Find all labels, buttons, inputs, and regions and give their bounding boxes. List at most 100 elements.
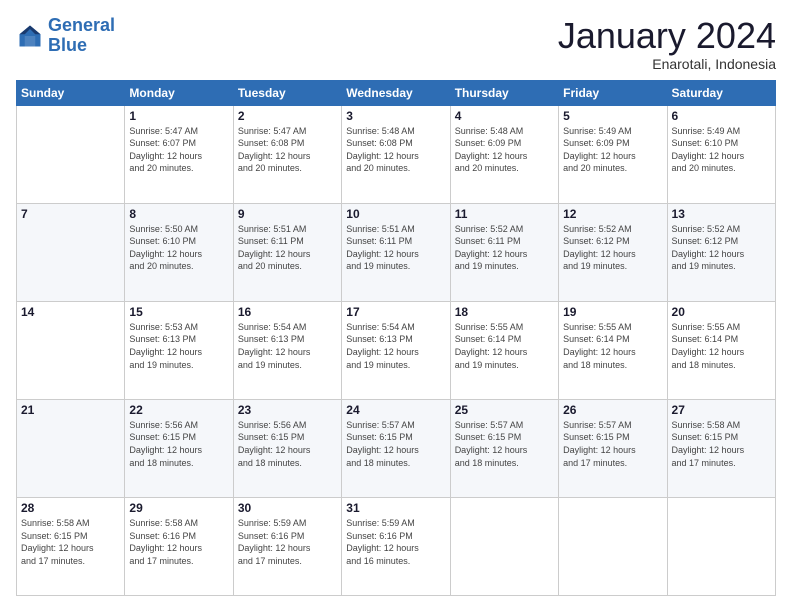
day-number: 8 — [129, 207, 228, 221]
calendar-cell: 11Sunrise: 5:52 AM Sunset: 6:11 PM Dayli… — [450, 203, 558, 301]
day-number: 15 — [129, 305, 228, 319]
day-info: Sunrise: 5:58 AM Sunset: 6:16 PM Dayligh… — [129, 517, 228, 567]
day-info: Sunrise: 5:59 AM Sunset: 6:16 PM Dayligh… — [238, 517, 337, 567]
calendar-cell: 22 Sunrise: 5:56 AM Sunset: 6:15 PM Dayli… — [125, 399, 233, 497]
calendar-cell: 7 — [17, 203, 125, 301]
header-thursday: Thursday — [450, 80, 558, 105]
logo-text: General Blue — [48, 16, 115, 56]
calendar-cell: 26Sunrise: 5:57 AM Sunset: 6:15 PM Dayli… — [559, 399, 667, 497]
day-number: 18 — [455, 305, 554, 319]
day-number: 28 — [21, 501, 120, 515]
day-info: Sunrise: 5:49 AM Sunset: 6:09 PM Dayligh… — [563, 125, 662, 175]
calendar-cell: 17 Sunrise: 5:54 AM Sunset: 6:13 PM Dayli… — [342, 301, 450, 399]
day-info: Sunrise: 5:47 AM Sunset: 6:07 PM Dayligh… — [129, 125, 228, 175]
location: Enarotali, Indonesia — [558, 56, 776, 72]
day-number: 14 — [21, 305, 120, 319]
calendar-cell: 9 Sunrise: 5:51 AM Sunset: 6:11 PM Daylig… — [233, 203, 341, 301]
calendar-cell: 29 Sunrise: 5:58 AM Sunset: 6:16 PM Dayli… — [125, 497, 233, 595]
day-number: 16 — [238, 305, 337, 319]
page: General Blue January 2024 Enarotali, Ind… — [0, 0, 792, 612]
day-info: Sunrise: 5:58 AM Sunset: 6:15 PM Dayligh… — [21, 517, 120, 567]
logo-icon — [16, 22, 44, 50]
calendar-cell — [17, 105, 125, 203]
header-sunday: Sunday — [17, 80, 125, 105]
week-row-4: 28 Sunrise: 5:58 AM Sunset: 6:15 PM Dayli… — [17, 497, 776, 595]
day-info: Sunrise: 5:56 AM Sunset: 6:15 PM Dayligh… — [129, 419, 228, 469]
day-number: 17 — [346, 305, 445, 319]
day-info: Sunrise: 5:55 AM Sunset: 6:14 PM Dayligh… — [563, 321, 662, 371]
header-wednesday: Wednesday — [342, 80, 450, 105]
day-number: 5 — [563, 109, 662, 123]
weekday-header-row: Sunday Monday Tuesday Wednesday Thursday… — [17, 80, 776, 105]
day-info: Sunrise: 5:53 AM Sunset: 6:13 PM Dayligh… — [129, 321, 228, 371]
calendar-cell: 1Sunrise: 5:47 AM Sunset: 6:07 PM Daylig… — [125, 105, 233, 203]
day-number: 31 — [346, 501, 445, 515]
calendar-cell: 30Sunrise: 5:59 AM Sunset: 6:16 PM Dayli… — [233, 497, 341, 595]
day-number: 2 — [238, 109, 337, 123]
header: General Blue January 2024 Enarotali, Ind… — [16, 16, 776, 72]
week-row-1: 78 Sunrise: 5:50 AM Sunset: 6:10 PM Dayli… — [17, 203, 776, 301]
header-tuesday: Tuesday — [233, 80, 341, 105]
day-number: 13 — [672, 207, 771, 221]
logo: General Blue — [16, 16, 115, 56]
day-number: 29 — [129, 501, 228, 515]
day-info: Sunrise: 5:54 AM Sunset: 6:13 PM Dayligh… — [346, 321, 445, 371]
day-number: 25 — [455, 403, 554, 417]
calendar-cell: 14 — [17, 301, 125, 399]
logo-blue: Blue — [48, 35, 87, 55]
calendar-cell — [559, 497, 667, 595]
day-number: 3 — [346, 109, 445, 123]
day-number: 26 — [563, 403, 662, 417]
month-title: January 2024 — [558, 16, 776, 56]
calendar-cell: 19 Sunrise: 5:55 AM Sunset: 6:14 PM Dayli… — [559, 301, 667, 399]
logo-general: General — [48, 15, 115, 35]
day-number: 10 — [346, 207, 445, 221]
week-row-2: 14 15 Sunrise: 5:53 AM Sunset: 6:13 PM Day… — [17, 301, 776, 399]
week-row-0: 1Sunrise: 5:47 AM Sunset: 6:07 PM Daylig… — [17, 105, 776, 203]
calendar-cell — [450, 497, 558, 595]
day-number: 4 — [455, 109, 554, 123]
calendar-cell: 3 Sunrise: 5:48 AM Sunset: 6:08 PM Daylig… — [342, 105, 450, 203]
day-number: 7 — [21, 207, 120, 221]
day-info: Sunrise: 5:51 AM Sunset: 6:11 PM Dayligh… — [238, 223, 337, 273]
day-info: Sunrise: 5:59 AM Sunset: 6:16 PM Dayligh… — [346, 517, 445, 567]
day-info: Sunrise: 5:56 AM Sunset: 6:15 PM Dayligh… — [238, 419, 337, 469]
calendar-cell: 16Sunrise: 5:54 AM Sunset: 6:13 PM Dayli… — [233, 301, 341, 399]
calendar-cell: 28 Sunrise: 5:58 AM Sunset: 6:15 PM Dayli… — [17, 497, 125, 595]
calendar-cell: 18Sunrise: 5:55 AM Sunset: 6:14 PM Dayli… — [450, 301, 558, 399]
day-info: Sunrise: 5:52 AM Sunset: 6:12 PM Dayligh… — [563, 223, 662, 273]
day-number: 20 — [672, 305, 771, 319]
day-info: Sunrise: 5:49 AM Sunset: 6:10 PM Dayligh… — [672, 125, 771, 175]
day-number: 6 — [672, 109, 771, 123]
day-number: 22 — [129, 403, 228, 417]
day-number: 9 — [238, 207, 337, 221]
calendar-cell: 6 Sunrise: 5:49 AM Sunset: 6:10 PM Daylig… — [667, 105, 775, 203]
day-info: Sunrise: 5:51 AM Sunset: 6:11 PM Dayligh… — [346, 223, 445, 273]
day-info: Sunrise: 5:50 AM Sunset: 6:10 PM Dayligh… — [129, 223, 228, 273]
calendar-cell: 31 Sunrise: 5:59 AM Sunset: 6:16 PM Dayli… — [342, 497, 450, 595]
day-info: Sunrise: 5:57 AM Sunset: 6:15 PM Dayligh… — [455, 419, 554, 469]
calendar-cell: 10 Sunrise: 5:51 AM Sunset: 6:11 PM Dayli… — [342, 203, 450, 301]
day-number: 19 — [563, 305, 662, 319]
calendar-cell — [667, 497, 775, 595]
day-number: 23 — [238, 403, 337, 417]
calendar-cell: 23 Sunrise: 5:56 AM Sunset: 6:15 PM Dayli… — [233, 399, 341, 497]
calendar-cell: 25 Sunrise: 5:57 AM Sunset: 6:15 PM Dayli… — [450, 399, 558, 497]
calendar-cell: 13Sunrise: 5:52 AM Sunset: 6:12 PM Dayli… — [667, 203, 775, 301]
calendar-cell: 21 — [17, 399, 125, 497]
day-info: Sunrise: 5:57 AM Sunset: 6:15 PM Dayligh… — [346, 419, 445, 469]
calendar-cell: 27Sunrise: 5:58 AM Sunset: 6:15 PM Dayli… — [667, 399, 775, 497]
day-info: Sunrise: 5:52 AM Sunset: 6:11 PM Dayligh… — [455, 223, 554, 273]
calendar-cell: 12Sunrise: 5:52 AM Sunset: 6:12 PM Dayli… — [559, 203, 667, 301]
day-number: 27 — [672, 403, 771, 417]
day-number: 21 — [21, 403, 120, 417]
calendar-cell: 8 Sunrise: 5:50 AM Sunset: 6:10 PM Daylig… — [125, 203, 233, 301]
day-info: Sunrise: 5:48 AM Sunset: 6:08 PM Dayligh… — [346, 125, 445, 175]
calendar-cell: 4 Sunrise: 5:48 AM Sunset: 6:09 PM Daylig… — [450, 105, 558, 203]
week-row-3: 21 22 Sunrise: 5:56 AM Sunset: 6:15 PM Day… — [17, 399, 776, 497]
calendar-cell: 5 Sunrise: 5:49 AM Sunset: 6:09 PM Daylig… — [559, 105, 667, 203]
title-block: January 2024 Enarotali, Indonesia — [558, 16, 776, 72]
day-number: 24 — [346, 403, 445, 417]
day-info: Sunrise: 5:47 AM Sunset: 6:08 PM Dayligh… — [238, 125, 337, 175]
day-info: Sunrise: 5:48 AM Sunset: 6:09 PM Dayligh… — [455, 125, 554, 175]
